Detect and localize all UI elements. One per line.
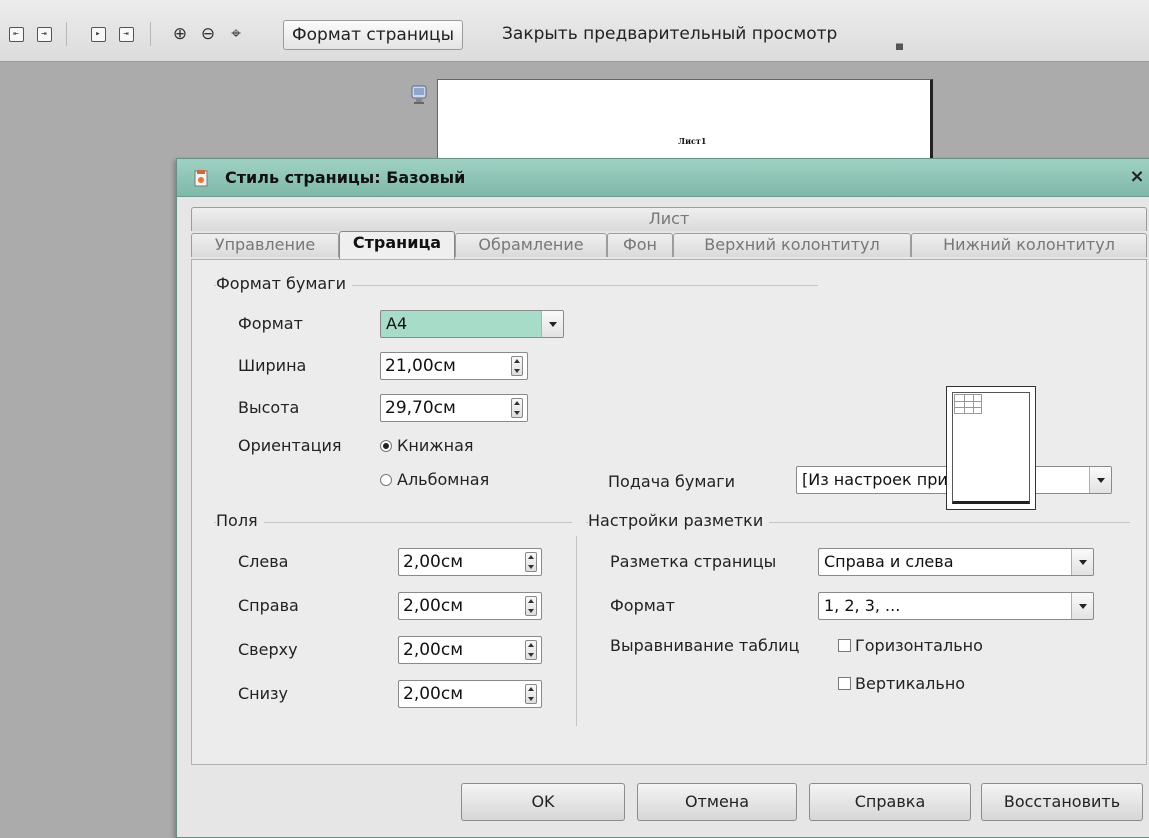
previous-page-icon[interactable]: ⇥ xyxy=(34,24,54,44)
group-divider-vertical xyxy=(576,536,577,726)
numbering-format-value: 1, 2, 3, ... xyxy=(824,596,901,615)
landscape-radio[interactable]: Альбомная xyxy=(380,470,489,489)
landscape-label: Альбомная xyxy=(397,470,490,489)
numbering-format-combo[interactable]: 1, 2, 3, ... xyxy=(818,592,1094,620)
page-layout-thumbnail xyxy=(946,386,1036,510)
bottom-margin-value: 2,00см xyxy=(403,684,464,704)
paper-format-combo[interactable]: A4 xyxy=(380,310,564,338)
portrait-radio[interactable]: Книжная xyxy=(380,436,474,455)
toolbar-separator xyxy=(66,22,67,46)
vertical-checkbox[interactable]: Вертикально xyxy=(838,674,965,693)
tab-background[interactable]: Фон xyxy=(607,233,673,257)
paper-format-group-label: Формат бумаги xyxy=(216,274,353,293)
right-margin-value: 2,00см xyxy=(403,596,464,616)
horizontal-label: Горизонтально xyxy=(855,636,983,655)
page-layout-value: Справа и слева xyxy=(824,552,954,571)
chevron-down-icon[interactable] xyxy=(541,311,563,337)
spin-arrows-icon[interactable] xyxy=(511,356,523,376)
dialog-title: Стиль страницы: Базовый xyxy=(225,168,466,187)
numbering-format-label: Формат xyxy=(610,596,675,615)
tab-borders[interactable]: Обрамление xyxy=(455,233,607,257)
spin-arrows-icon[interactable] xyxy=(525,640,537,660)
page-style-dialog: Стиль страницы: Базовый × Лист Управлени… xyxy=(176,158,1149,838)
close-icon[interactable]: × xyxy=(1127,167,1147,187)
vertical-label: Вертикально xyxy=(855,674,966,693)
tab-header[interactable]: Верхний колонтитул xyxy=(673,233,911,257)
close-preview-button[interactable]: Закрыть предварительный просмотр xyxy=(494,20,845,50)
top-margin-value: 2,00см xyxy=(403,640,464,660)
left-margin-spinner[interactable]: 2,00см xyxy=(398,548,542,576)
layout-group-label: Настройки разметки xyxy=(588,511,770,530)
left-margin-label: Слева xyxy=(238,552,289,571)
tab-organizer[interactable]: Управление xyxy=(191,233,339,257)
sheet-name-label: Лист1 xyxy=(678,136,707,146)
toolbar-separator xyxy=(150,22,151,46)
table-grid-icon xyxy=(954,394,982,414)
paper-tray-label: Подача бумаги xyxy=(608,472,736,491)
margins-group-label: Поля xyxy=(216,511,264,530)
width-label: Ширина xyxy=(238,356,307,375)
help-button[interactable]: Справка xyxy=(809,783,971,821)
tab-group-row: Лист xyxy=(191,207,1147,231)
group-divider xyxy=(214,522,572,523)
last-page-icon[interactable]: ⇥ xyxy=(116,24,136,44)
tab-footer[interactable]: Нижний колонтитул xyxy=(911,233,1147,257)
top-margin-label: Сверху xyxy=(238,640,298,659)
next-page-icon[interactable]: ▸ xyxy=(88,24,108,44)
orientation-label: Ориентация xyxy=(238,436,342,455)
width-value: 21,00см xyxy=(385,356,456,376)
left-margin-value: 2,00см xyxy=(403,552,464,572)
page-format-button[interactable]: Формат страницы xyxy=(283,20,463,50)
right-margin-spinner[interactable]: 2,00см xyxy=(398,592,542,620)
preview-toolbar: ⇤ ⇥ ▸ ⇥ ⊕ ⊖ ⌖ Формат страницы Закрыть пр… xyxy=(0,0,1149,62)
checkbox-unchecked-icon xyxy=(838,677,851,690)
full-screen-icon[interactable]: ⌖ xyxy=(226,24,246,44)
radio-selected-icon xyxy=(380,440,392,452)
app-icon xyxy=(193,168,211,188)
bottom-margin-spinner[interactable]: 2,00см xyxy=(398,680,542,708)
reset-button[interactable]: Восстановить xyxy=(981,783,1143,821)
spin-arrows-icon[interactable] xyxy=(511,398,523,418)
zoom-in-icon[interactable]: ⊕ xyxy=(170,24,190,44)
height-spinner[interactable]: 29,70см xyxy=(380,394,528,422)
height-value: 29,70см xyxy=(385,398,456,418)
radio-unselected-icon xyxy=(380,474,392,486)
dialog-titlebar[interactable]: Стиль страницы: Базовый × xyxy=(177,159,1149,197)
toolbar-overflow-icon[interactable] xyxy=(896,36,903,50)
chevron-down-icon[interactable] xyxy=(1071,549,1093,575)
spin-arrows-icon[interactable] xyxy=(525,684,537,704)
height-label: Высота xyxy=(238,398,300,417)
spin-arrows-icon[interactable] xyxy=(525,552,537,572)
page-preview: Лист1 xyxy=(437,79,933,165)
tab-row: Управление Страница Обрамление Фон Верхн… xyxy=(191,231,1147,259)
ok-button[interactable]: OK xyxy=(461,783,625,821)
portrait-label: Книжная xyxy=(397,436,474,455)
tab-page[interactable]: Страница xyxy=(339,231,455,259)
checkbox-unchecked-icon xyxy=(838,639,851,652)
table-alignment-label: Выравнивание таблиц xyxy=(610,636,800,655)
bottom-margin-label: Снизу xyxy=(238,684,289,703)
width-spinner[interactable]: 21,00см xyxy=(380,352,528,380)
format-label: Формат xyxy=(238,314,303,333)
spin-arrows-icon[interactable] xyxy=(525,596,537,616)
monitor-icon xyxy=(410,84,428,106)
page-layout-label: Разметка страницы xyxy=(610,552,777,571)
tab-panel-page: Формат бумаги Формат A4 Ширина 21,00см В… xyxy=(191,259,1147,765)
cancel-button[interactable]: Отмена xyxy=(637,783,797,821)
chevron-down-icon[interactable] xyxy=(1089,467,1111,493)
top-margin-spinner[interactable]: 2,00см xyxy=(398,636,542,664)
page-layout-combo[interactable]: Справа и слева xyxy=(818,548,1094,576)
first-page-icon[interactable]: ⇤ xyxy=(6,24,26,44)
page-thumbnail-sheet xyxy=(952,392,1030,504)
horizontal-checkbox[interactable]: Горизонтально xyxy=(838,636,983,655)
chevron-down-icon[interactable] xyxy=(1071,593,1093,619)
paper-format-value: A4 xyxy=(386,314,408,333)
right-margin-label: Справа xyxy=(238,596,299,615)
tab-group-sheet: Лист xyxy=(191,207,1147,231)
zoom-out-icon[interactable]: ⊖ xyxy=(198,24,218,44)
